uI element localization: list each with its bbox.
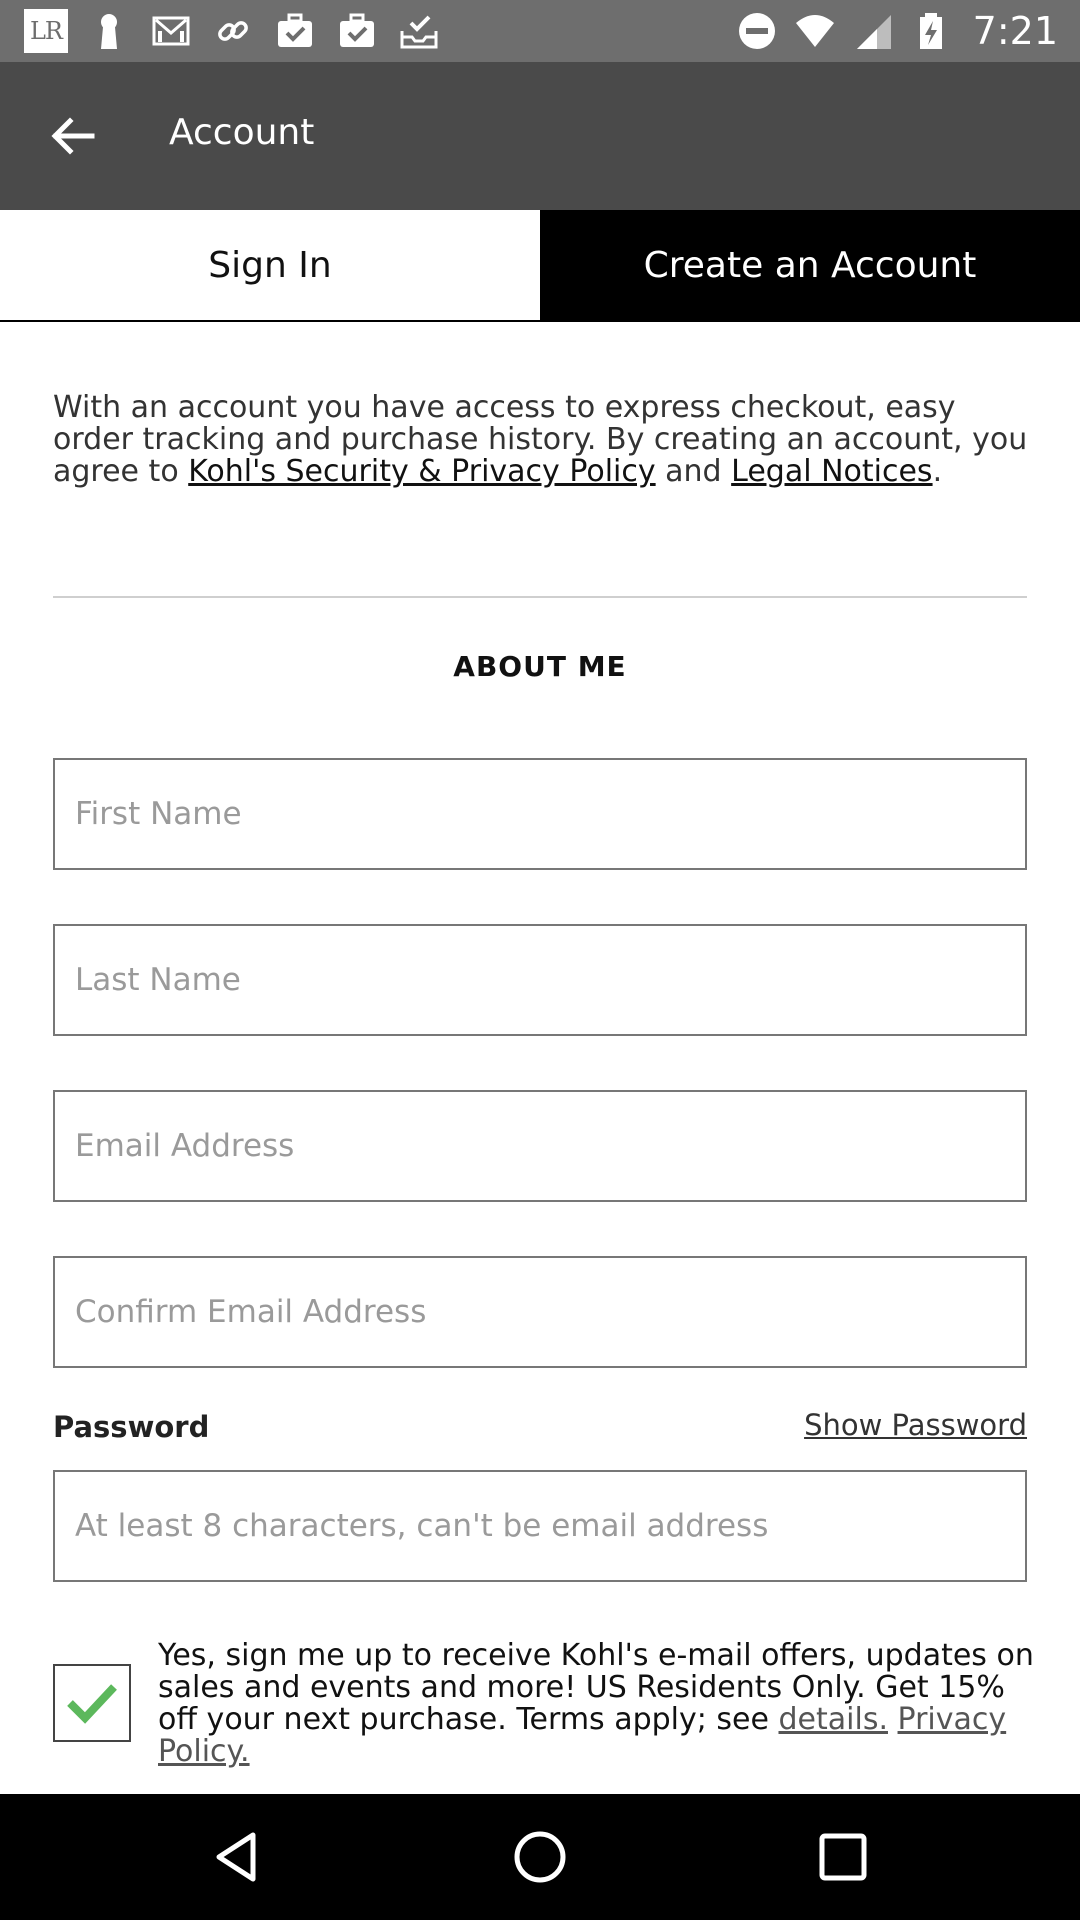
intro-text-end: .: [932, 454, 943, 489]
nav-home-button[interactable]: [507, 1824, 573, 1890]
email-field[interactable]: [53, 1090, 1027, 1202]
confirm-email-field[interactable]: [53, 1256, 1027, 1368]
inbox-check-icon: [398, 10, 440, 52]
briefcase-check-icon: [336, 10, 378, 52]
password-label: Password: [53, 1410, 210, 1444]
status-bar: LR 7:21: [0, 0, 1080, 62]
tab-create-account[interactable]: Create an Account: [540, 210, 1080, 320]
show-password-link[interactable]: Show Password: [804, 1408, 1027, 1442]
account-tabs: Sign In Create an Account: [0, 210, 1080, 322]
page-title: Account: [169, 112, 315, 153]
home-circle-icon: [514, 1831, 566, 1883]
briefcase-check-icon: [274, 10, 316, 52]
password-field[interactable]: [53, 1470, 1027, 1582]
system-nav-bar: [0, 1794, 1080, 1920]
password-input[interactable]: [55, 1472, 1025, 1580]
last-name-field[interactable]: [53, 924, 1027, 1036]
first-name-field[interactable]: [53, 758, 1027, 870]
privacy-policy-link[interactable]: Kohl's Security & Privacy Policy: [188, 454, 655, 489]
lr-app-icon: LR: [24, 9, 68, 53]
wifi-icon: [795, 15, 834, 47]
first-name-input[interactable]: [55, 760, 1025, 868]
system-icons: 7:21: [737, 8, 1058, 54]
arrow-back-icon: [51, 117, 95, 155]
link-icon: [212, 10, 254, 52]
intro-text: With an account you have access to expre…: [53, 392, 1033, 488]
signal-icon: [856, 15, 891, 49]
email-input[interactable]: [55, 1092, 1025, 1200]
divider: [53, 596, 1027, 598]
last-name-input[interactable]: [55, 926, 1025, 1034]
tab-sign-in[interactable]: Sign In: [0, 210, 540, 320]
battery-charging-icon: [919, 13, 942, 49]
email-offers-text: Yes, sign me up to receive Kohl's e-mail…: [158, 1640, 1038, 1768]
clock: 7:21: [972, 9, 1058, 53]
nav-back-button[interactable]: [204, 1824, 270, 1890]
app-bar: Account: [0, 62, 1080, 210]
lr-app-label: LR: [29, 17, 63, 45]
email-offers-checkbox[interactable]: [53, 1664, 131, 1742]
keyhole-icon: [88, 10, 130, 52]
checkmark-icon: [67, 1684, 117, 1724]
recents-square-icon: [819, 1833, 867, 1881]
legal-notices-link[interactable]: Legal Notices: [731, 454, 932, 489]
details-link[interactable]: details.: [779, 1702, 888, 1737]
back-triangle-icon: [216, 1832, 256, 1882]
notification-icons: LR: [24, 9, 440, 53]
do-not-disturb-icon: [738, 13, 775, 49]
intro-text-and: and: [655, 454, 732, 489]
nav-recents-button[interactable]: [810, 1824, 876, 1890]
gmail-icon: [150, 10, 192, 52]
section-title: ABOUT ME: [453, 650, 627, 683]
confirm-email-input[interactable]: [55, 1258, 1025, 1366]
back-button[interactable]: [40, 106, 106, 166]
